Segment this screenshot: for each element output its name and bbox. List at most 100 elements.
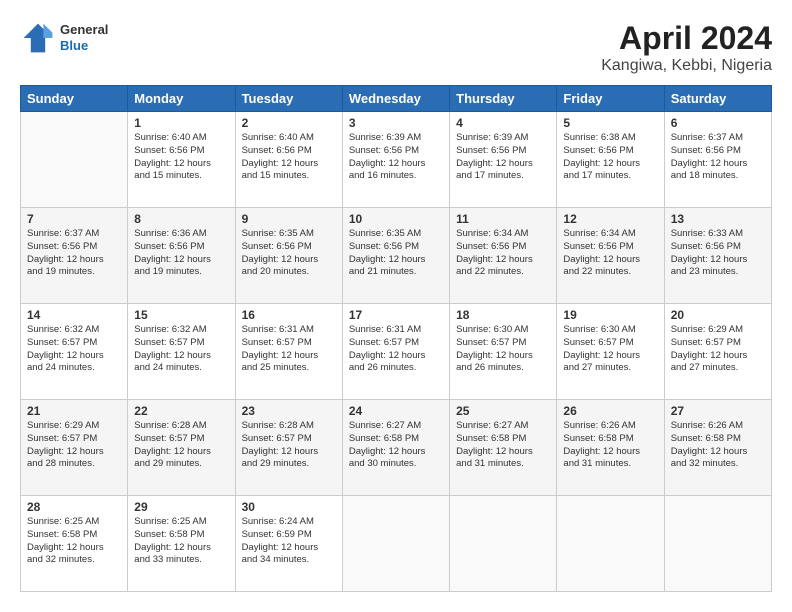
calendar-week-row: 21Sunrise: 6:29 AM Sunset: 6:57 PM Dayli… bbox=[21, 400, 772, 496]
calendar-cell: 23 Sunrise: 6:28 AM Sunset: 6:57 PM Dayli… bbox=[235, 400, 342, 496]
cell-info: Sunrise: 6:33 AM Sunset: 6:56 PM Dayligh… bbox=[671, 228, 765, 279]
logo-general: General bbox=[60, 22, 108, 38]
calendar-cell: 10 Sunrise: 6:35 AM Sunset: 6:56 PM Dayli… bbox=[342, 208, 449, 304]
cell-info: Sunrise: 6:32 AM Sunset: 6:57 PM Dayligh… bbox=[27, 324, 121, 375]
calendar-cell: 24 Sunrise: 6:27 AM Sunset: 6:58 PM Dayli… bbox=[342, 400, 449, 496]
day-number: 6 bbox=[671, 116, 765, 130]
calendar-cell: 18 Sunrise: 6:30 AM Sunset: 6:57 PM Dayli… bbox=[450, 304, 557, 400]
title-block: April 2024 Kangiwa, Kebbi, Nigeria bbox=[601, 20, 772, 75]
page: General Blue April 2024 Kangiwa, Kebbi, … bbox=[0, 0, 792, 612]
calendar-week-row: 7 Sunrise: 6:37 AM Sunset: 6:56 PM Daylig… bbox=[21, 208, 772, 304]
cell-info: Sunrise: 6:37 AM Sunset: 6:56 PM Dayligh… bbox=[27, 228, 121, 279]
calendar-cell: 12 Sunrise: 6:34 AM Sunset: 6:56 PM Dayli… bbox=[557, 208, 664, 304]
calendar-cell: 11 Sunrise: 6:34 AM Sunset: 6:56 PM Dayli… bbox=[450, 208, 557, 304]
cell-info: Sunrise: 6:27 AM Sunset: 6:58 PM Dayligh… bbox=[349, 420, 443, 471]
cell-info: Sunrise: 6:40 AM Sunset: 6:56 PM Dayligh… bbox=[242, 132, 336, 183]
col-saturday: Saturday bbox=[664, 86, 771, 112]
calendar-cell: 28 Sunrise: 6:25 AM Sunset: 6:58 PM Dayli… bbox=[21, 496, 128, 592]
day-number: 24 bbox=[349, 404, 443, 418]
day-number: 9 bbox=[242, 212, 336, 226]
calendar-cell bbox=[342, 496, 449, 592]
calendar-cell: 8 Sunrise: 6:36 AM Sunset: 6:56 PM Daylig… bbox=[128, 208, 235, 304]
day-number: 25 bbox=[456, 404, 550, 418]
day-number: 23 bbox=[242, 404, 336, 418]
calendar-cell: 27Sunrise: 6:26 AM Sunset: 6:58 PM Dayli… bbox=[664, 400, 771, 496]
cell-info: Sunrise: 6:29 AM Sunset: 6:57 PM Dayligh… bbox=[671, 324, 765, 375]
logo: General Blue bbox=[20, 20, 108, 56]
col-friday: Friday bbox=[557, 86, 664, 112]
day-number: 22 bbox=[134, 404, 228, 418]
calendar-week-row: 28 Sunrise: 6:25 AM Sunset: 6:58 PM Dayli… bbox=[21, 496, 772, 592]
logo-blue: Blue bbox=[60, 38, 108, 54]
calendar-cell bbox=[21, 112, 128, 208]
calendar-cell: 4Sunrise: 6:39 AM Sunset: 6:56 PM Daylig… bbox=[450, 112, 557, 208]
logo-icon bbox=[20, 20, 56, 56]
day-number: 5 bbox=[563, 116, 657, 130]
calendar-cell: 20 Sunrise: 6:29 AM Sunset: 6:57 PM Dayli… bbox=[664, 304, 771, 400]
cell-info: Sunrise: 6:30 AM Sunset: 6:57 PM Dayligh… bbox=[456, 324, 550, 375]
cell-info: Sunrise: 6:37 AM Sunset: 6:56 PM Dayligh… bbox=[671, 132, 765, 183]
day-number: 12 bbox=[563, 212, 657, 226]
calendar-cell: 5 Sunrise: 6:38 AM Sunset: 6:56 PM Daylig… bbox=[557, 112, 664, 208]
cell-info: Sunrise: 6:25 AM Sunset: 6:58 PM Dayligh… bbox=[27, 516, 121, 567]
day-number: 8 bbox=[134, 212, 228, 226]
day-number: 11 bbox=[456, 212, 550, 226]
calendar-cell bbox=[557, 496, 664, 592]
calendar-cell: 13 Sunrise: 6:33 AM Sunset: 6:56 PM Dayli… bbox=[664, 208, 771, 304]
calendar-cell: 19 Sunrise: 6:30 AM Sunset: 6:57 PM Dayli… bbox=[557, 304, 664, 400]
calendar-cell: 29Sunrise: 6:25 AM Sunset: 6:58 PM Dayli… bbox=[128, 496, 235, 592]
calendar-header-row: Sunday Monday Tuesday Wednesday Thursday… bbox=[21, 86, 772, 112]
cell-info: Sunrise: 6:26 AM Sunset: 6:58 PM Dayligh… bbox=[563, 420, 657, 471]
calendar-title: April 2024 bbox=[601, 20, 772, 57]
calendar-table: Sunday Monday Tuesday Wednesday Thursday… bbox=[20, 85, 772, 592]
calendar-cell: 16Sunrise: 6:31 AM Sunset: 6:57 PM Dayli… bbox=[235, 304, 342, 400]
cell-info: Sunrise: 6:39 AM Sunset: 6:56 PM Dayligh… bbox=[456, 132, 550, 183]
day-number: 30 bbox=[242, 500, 336, 514]
day-number: 19 bbox=[563, 308, 657, 322]
calendar-cell: 22 Sunrise: 6:28 AM Sunset: 6:57 PM Dayli… bbox=[128, 400, 235, 496]
calendar-cell: 30 Sunrise: 6:24 AM Sunset: 6:59 PM Dayli… bbox=[235, 496, 342, 592]
day-number: 20 bbox=[671, 308, 765, 322]
day-number: 10 bbox=[349, 212, 443, 226]
logo-text: General Blue bbox=[60, 22, 108, 53]
calendar-cell: 2Sunrise: 6:40 AM Sunset: 6:56 PM Daylig… bbox=[235, 112, 342, 208]
day-number: 15 bbox=[134, 308, 228, 322]
calendar-cell: 7 Sunrise: 6:37 AM Sunset: 6:56 PM Daylig… bbox=[21, 208, 128, 304]
cell-info: Sunrise: 6:36 AM Sunset: 6:56 PM Dayligh… bbox=[134, 228, 228, 279]
calendar-cell: 17Sunrise: 6:31 AM Sunset: 6:57 PM Dayli… bbox=[342, 304, 449, 400]
cell-info: Sunrise: 6:32 AM Sunset: 6:57 PM Dayligh… bbox=[134, 324, 228, 375]
day-number: 28 bbox=[27, 500, 121, 514]
calendar-cell: 9 Sunrise: 6:35 AM Sunset: 6:56 PM Daylig… bbox=[235, 208, 342, 304]
cell-info: Sunrise: 6:35 AM Sunset: 6:56 PM Dayligh… bbox=[349, 228, 443, 279]
day-number: 27 bbox=[671, 404, 765, 418]
calendar-cell bbox=[450, 496, 557, 592]
calendar-cell: 15 Sunrise: 6:32 AM Sunset: 6:57 PM Dayli… bbox=[128, 304, 235, 400]
cell-info: Sunrise: 6:34 AM Sunset: 6:56 PM Dayligh… bbox=[456, 228, 550, 279]
calendar-cell: 26Sunrise: 6:26 AM Sunset: 6:58 PM Dayli… bbox=[557, 400, 664, 496]
day-number: 18 bbox=[456, 308, 550, 322]
day-number: 3 bbox=[349, 116, 443, 130]
day-number: 1 bbox=[134, 116, 228, 130]
col-sunday: Sunday bbox=[21, 86, 128, 112]
cell-info: Sunrise: 6:30 AM Sunset: 6:57 PM Dayligh… bbox=[563, 324, 657, 375]
cell-info: Sunrise: 6:28 AM Sunset: 6:57 PM Dayligh… bbox=[242, 420, 336, 471]
calendar-subtitle: Kangiwa, Kebbi, Nigeria bbox=[601, 57, 772, 75]
col-thursday: Thursday bbox=[450, 86, 557, 112]
cell-info: Sunrise: 6:38 AM Sunset: 6:56 PM Dayligh… bbox=[563, 132, 657, 183]
calendar-cell: 1 Sunrise: 6:40 AM Sunset: 6:56 PM Daylig… bbox=[128, 112, 235, 208]
cell-info: Sunrise: 6:28 AM Sunset: 6:57 PM Dayligh… bbox=[134, 420, 228, 471]
cell-info: Sunrise: 6:35 AM Sunset: 6:56 PM Dayligh… bbox=[242, 228, 336, 279]
day-number: 16 bbox=[242, 308, 336, 322]
col-wednesday: Wednesday bbox=[342, 86, 449, 112]
calendar-cell: 14Sunrise: 6:32 AM Sunset: 6:57 PM Dayli… bbox=[21, 304, 128, 400]
calendar-week-row: 14Sunrise: 6:32 AM Sunset: 6:57 PM Dayli… bbox=[21, 304, 772, 400]
calendar-cell: 21Sunrise: 6:29 AM Sunset: 6:57 PM Dayli… bbox=[21, 400, 128, 496]
cell-info: Sunrise: 6:34 AM Sunset: 6:56 PM Dayligh… bbox=[563, 228, 657, 279]
day-number: 7 bbox=[27, 212, 121, 226]
cell-info: Sunrise: 6:40 AM Sunset: 6:56 PM Dayligh… bbox=[134, 132, 228, 183]
cell-info: Sunrise: 6:39 AM Sunset: 6:56 PM Dayligh… bbox=[349, 132, 443, 183]
cell-info: Sunrise: 6:27 AM Sunset: 6:58 PM Dayligh… bbox=[456, 420, 550, 471]
cell-info: Sunrise: 6:24 AM Sunset: 6:59 PM Dayligh… bbox=[242, 516, 336, 567]
day-number: 13 bbox=[671, 212, 765, 226]
calendar-cell: 25 Sunrise: 6:27 AM Sunset: 6:58 PM Dayli… bbox=[450, 400, 557, 496]
